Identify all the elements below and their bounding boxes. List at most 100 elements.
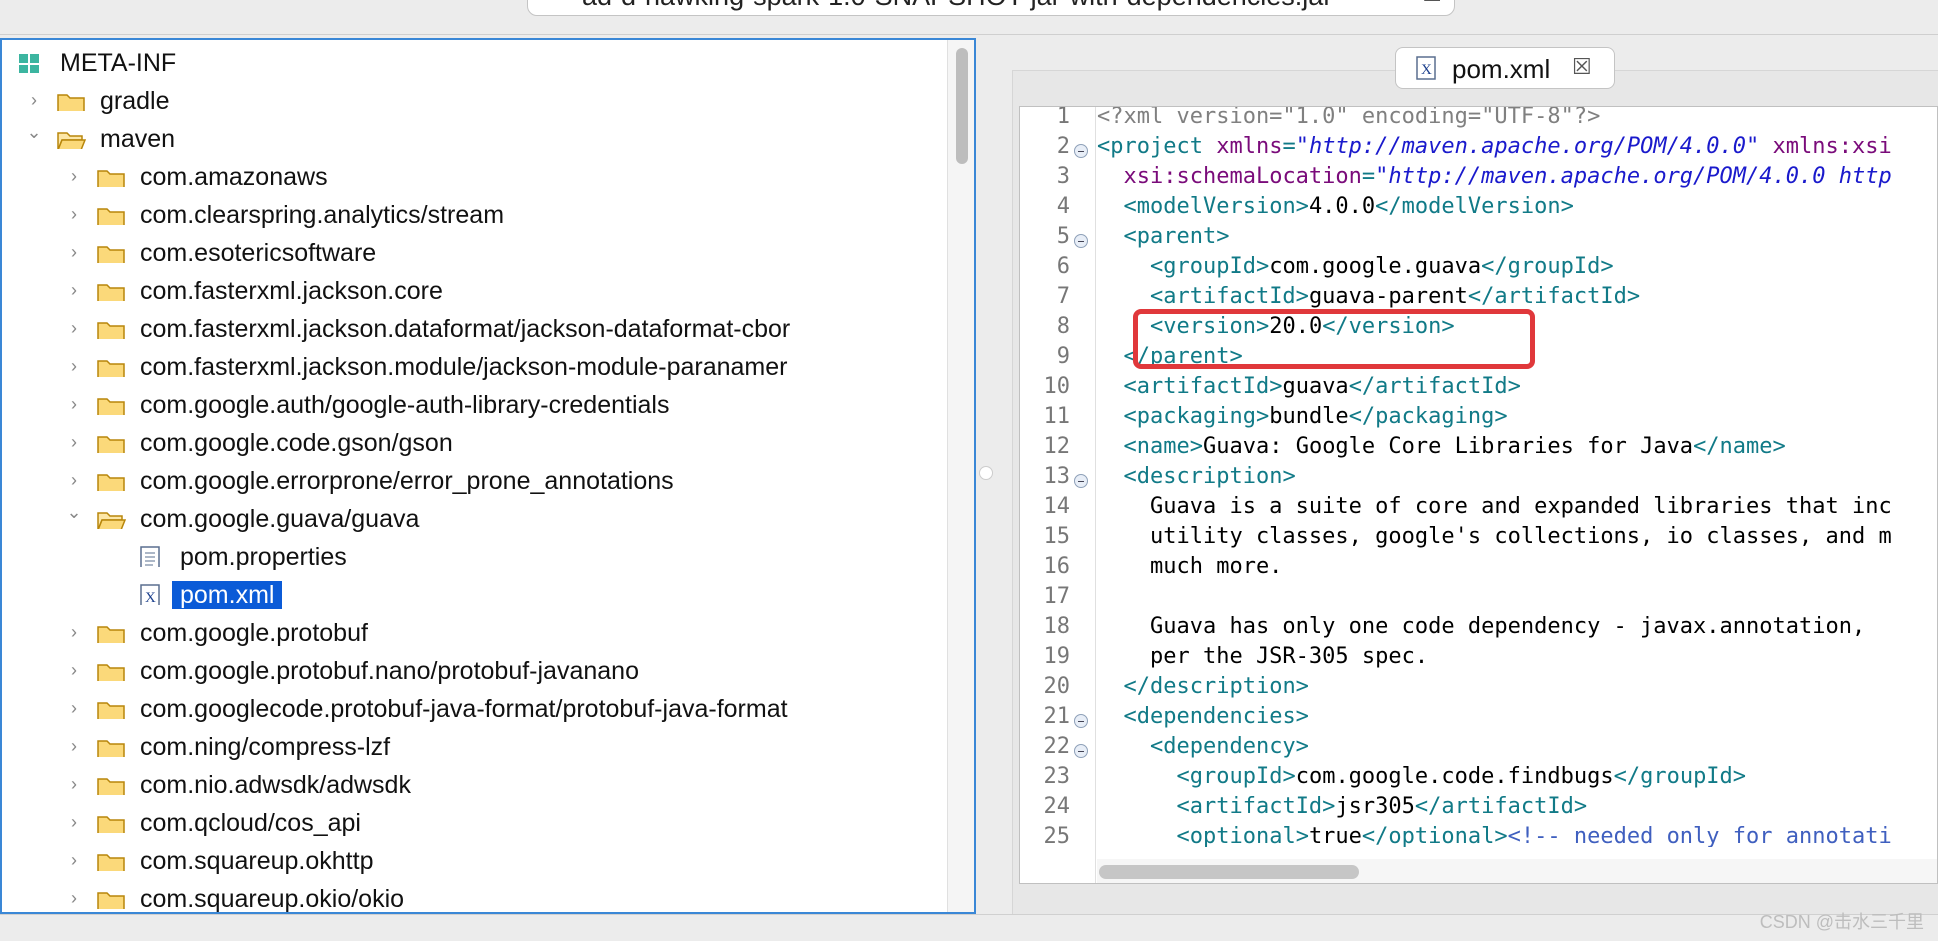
watermark: CSDN @击水三千里: [1759, 912, 1924, 932]
tree-item-label: com.googlecode.protobuf-java-format/prot…: [140, 695, 788, 723]
chevron-right-icon[interactable]: ›: [64, 201, 84, 227]
tab-pom-xml[interactable]: X pom.xml ☒: [1395, 47, 1615, 89]
tree-item-label: com.fasterxml.jackson.module/jackson-mod…: [140, 353, 788, 381]
tree-item[interactable]: ⌄ maven: [2, 121, 942, 157]
code-token: xmlns: [1216, 134, 1283, 159]
chevron-right-icon[interactable]: ›: [64, 315, 84, 341]
tree-item[interactable]: › com.amazonaws: [2, 159, 942, 195]
tree-item[interactable]: › com.clearspring.analytics/stream: [2, 197, 942, 233]
chevron-right-icon[interactable]: ›: [64, 809, 84, 835]
tree-item[interactable]: › com.nio.adwsdk/adwsdk: [2, 767, 942, 803]
scrollbar-thumb[interactable]: [1099, 865, 1359, 879]
fold-collapse-icon[interactable]: [1074, 714, 1088, 728]
line-number: 18: [1043, 614, 1071, 639]
tree-item[interactable]: › com.google.code.gson/gson: [2, 425, 942, 461]
code-token: <name>: [1123, 434, 1203, 459]
xml-file-icon: X: [1416, 56, 1436, 80]
tree-item-label: com.qcloud/cos_api: [140, 809, 361, 837]
code-token: per the JSR-305 spec.: [1097, 644, 1429, 669]
code-text[interactable]: <?xml version="1.0" encoding="UTF-8"?> <p…: [1097, 107, 1937, 847]
code-editor[interactable]: 1 2 3 4 5 6 7 8 9 10 11 12 13 14 15 16 17 18 19 20 21 22 23 24 2…: [1019, 106, 1938, 884]
tree-item[interactable]: pom.properties: [2, 539, 942, 575]
tree-item[interactable]: › com.squareup.okio/okio: [2, 881, 942, 912]
code-token: <groupId>: [1149, 254, 1270, 279]
code-token: <parent>: [1123, 224, 1230, 249]
tree-item[interactable]: › com.googlecode.protobuf-java-format/pro…: [2, 691, 942, 727]
tree-item-label: com.google.errorprone/error_prone_annota…: [140, 467, 674, 495]
folder-icon: [97, 664, 125, 681]
tree-item[interactable]: › com.google.protobuf.nano/protobuf-javan…: [2, 653, 942, 689]
chevron-down-icon[interactable]: ⌄: [24, 119, 44, 145]
chevron-right-icon[interactable]: ›: [64, 391, 84, 417]
tree-item[interactable]: › com.qcloud/cos_api: [2, 805, 942, 841]
tree-item[interactable]: › com.fasterxml.jackson.core: [2, 273, 942, 309]
tree-item-label: com.squareup.okhttp: [140, 847, 374, 875]
tree-item[interactable]: › com.google.auth/google-auth-library-cre…: [2, 387, 942, 423]
chevron-right-icon[interactable]: ›: [64, 847, 84, 873]
tree-item[interactable]: Xpom.xml: [2, 577, 942, 613]
tree-item[interactable]: META-INF: [2, 45, 942, 81]
tree-item[interactable]: › com.google.errorprone/error_prone_annot…: [2, 463, 942, 499]
chevron-right-icon[interactable]: ›: [64, 733, 84, 759]
code-line: <name>Guava: Google Core Libraries for J…: [1097, 434, 1786, 459]
tree-scrollbar[interactable]: [947, 40, 974, 912]
horizontal-scrollbar[interactable]: [1097, 859, 1937, 883]
chevron-right-icon[interactable]: ›: [64, 239, 84, 265]
code-token: true: [1308, 824, 1362, 847]
chevron-right-icon[interactable]: ›: [64, 429, 84, 455]
line-number: 9: [1056, 344, 1070, 369]
code-line: <dependency>: [1097, 734, 1309, 759]
chevron-right-icon[interactable]: ›: [64, 353, 84, 379]
code-token: guava: [1282, 374, 1349, 399]
scrollbar-thumb[interactable]: [956, 48, 968, 164]
code-token: <description>: [1123, 464, 1296, 489]
line-number: 16: [1043, 554, 1071, 579]
fold-collapse-icon[interactable]: [1074, 144, 1088, 158]
tree-item[interactable]: › gradle: [2, 83, 942, 119]
tree-item[interactable]: › com.fasterxml.jackson.module/jackson-mo…: [2, 349, 942, 385]
window-tab[interactable]: ad-d-hawking-spark-1.0-SNAPSHOT-jar-with…: [527, 0, 1455, 16]
tree-item[interactable]: › com.ning/compress-lzf: [2, 729, 942, 765]
tree-item[interactable]: › com.fasterxml.jackson.dataformat/jackso…: [2, 311, 942, 347]
chevron-right-icon[interactable]: ›: [64, 885, 84, 911]
tree-item[interactable]: ⌄ com.google.guava/guava: [2, 501, 942, 537]
sash-handle[interactable]: [979, 466, 993, 480]
code-token: <project: [1097, 134, 1217, 159]
chevron-right-icon[interactable]: ›: [64, 771, 84, 797]
tree-item[interactable]: › com.google.protobuf: [2, 615, 942, 651]
chevron-right-icon[interactable]: ›: [24, 87, 44, 113]
code-token: <optional>: [1176, 824, 1309, 847]
fold-collapse-icon[interactable]: [1074, 234, 1088, 248]
fold-collapse-icon[interactable]: [1074, 474, 1088, 488]
tree-item-label: com.google.auth/google-auth-library-cred…: [140, 391, 670, 419]
chevron-down-icon[interactable]: ⌄: [64, 499, 84, 525]
close-icon[interactable]: ☒: [1572, 54, 1592, 80]
fold-collapse-icon[interactable]: [1074, 744, 1088, 758]
code-line: utility classes, google's collections, i…: [1097, 524, 1892, 549]
close-icon[interactable]: ☒: [1422, 0, 1442, 7]
line-number: 1: [1056, 106, 1070, 129]
code-token: Guava: Google Core Libraries for Java: [1202, 434, 1694, 459]
chevron-right-icon[interactable]: ›: [64, 619, 84, 645]
chevron-right-icon[interactable]: ›: [64, 163, 84, 189]
chevron-right-icon[interactable]: ›: [64, 695, 84, 721]
chevron-right-icon[interactable]: ›: [64, 467, 84, 493]
tree-item-label: gradle: [100, 87, 170, 115]
code-line: <optional>true</optional><!-- needed onl…: [1097, 824, 1891, 847]
tree-item-label: com.esotericsoftware: [140, 239, 377, 267]
code-token: </artifactId>: [1348, 374, 1521, 399]
chevron-right-icon[interactable]: ›: [64, 657, 84, 683]
tree-item-label: com.nio.adwsdk/adwsdk: [140, 771, 411, 799]
tree-item[interactable]: › com.esotericsoftware: [2, 235, 942, 271]
chevron-right-icon[interactable]: ›: [64, 277, 84, 303]
code-token: </name>: [1693, 434, 1786, 459]
line-number: 6: [1056, 254, 1070, 279]
code-line: <dependencies>: [1097, 704, 1309, 729]
tree-item[interactable]: › com.squareup.okhttp: [2, 843, 942, 879]
